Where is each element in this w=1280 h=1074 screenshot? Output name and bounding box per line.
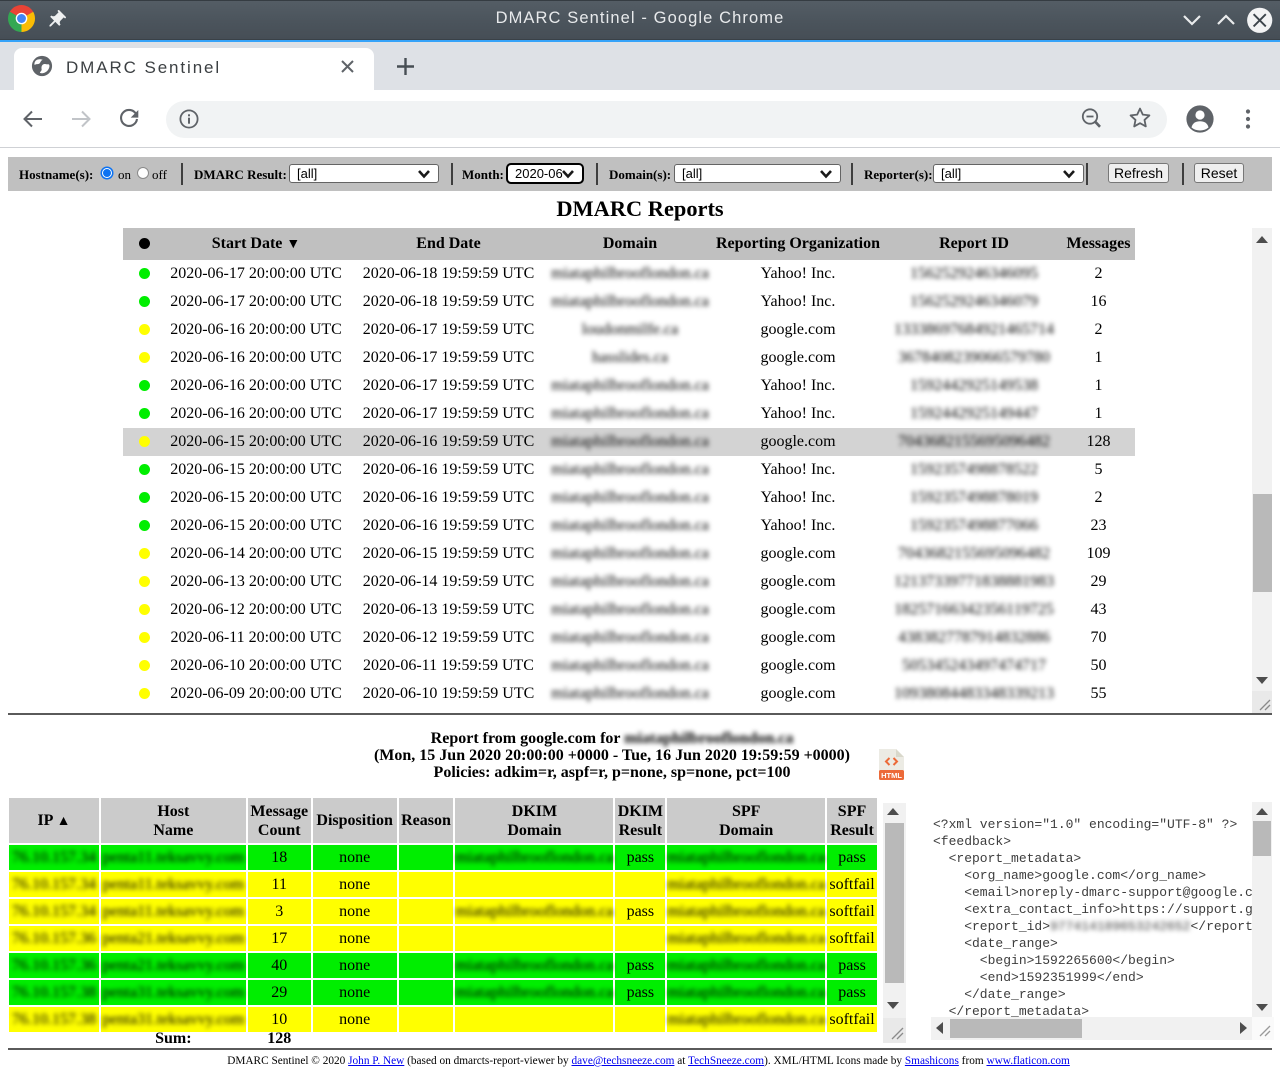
svg-text:HTML: HTML bbox=[881, 771, 902, 780]
